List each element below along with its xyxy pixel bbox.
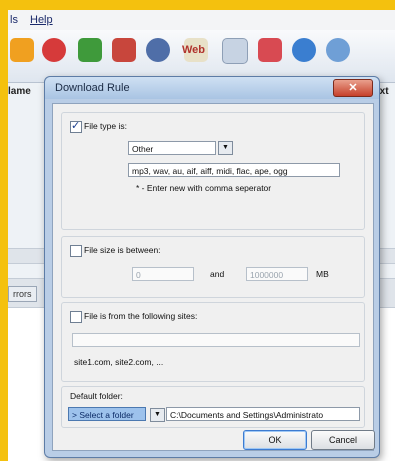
delete-icon[interactable] [112,38,136,62]
folder-chevron-down-icon[interactable]: ▼ [150,408,165,422]
menu-bar: ls Help [8,10,395,31]
settings-icon[interactable] [146,38,170,62]
default-folder-label: Default folder: [70,391,123,401]
chevron-down-icon[interactable]: ▼ [218,141,233,155]
file-size-group: File size is between: 0 and 1000000 MB [61,236,365,298]
ok-button[interactable]: OK [243,430,307,450]
dialog-titlebar[interactable]: Download Rule ✕ [45,77,379,99]
folder-path-input[interactable]: C:\Documents and Settings\Administrato [166,407,360,421]
file-type-group: File type is: Other ▼ mp3, wav, au, aif,… [61,112,365,230]
dialog-title: Download Rule [55,82,130,94]
help-icon[interactable] [326,38,350,62]
file-type-checkbox[interactable] [70,119,82,133]
sites-input[interactable] [72,333,360,347]
sites-checkbox[interactable] [70,311,82,323]
menu-item-help[interactable]: Help [30,14,53,26]
file-size-checkbox[interactable] [70,245,82,257]
cancel-button[interactable]: Cancel [311,430,375,450]
sites-hint: site1.com, site2.com, ... [74,357,164,367]
file-size-label: File size is between: [84,245,161,255]
min-size-input[interactable]: 0 [132,267,194,281]
stop-icon[interactable] [42,38,66,62]
pause-icon[interactable] [10,38,34,62]
web-icon[interactable]: Web [182,38,208,62]
size-unit-label: MB [316,269,329,279]
extensions-input[interactable]: mp3, wav, au, aif, aiff, midi, flac, ape… [128,163,340,177]
sites-group: File is from the following sites: site1.… [61,302,365,382]
dialog-client: File type is: Other ▼ mp3, wav, au, aif,… [52,103,375,451]
select-folder-button[interactable]: > Select a folder [68,407,146,421]
menu-item-tools[interactable]: ls [10,14,18,26]
errors-tab[interactable]: rrors [8,286,37,302]
info-icon[interactable] [292,38,316,62]
file-type-label: File type is: [84,121,127,131]
app-window: ls Help Web lame Ext rrors Download Rule… [8,10,395,461]
download-rule-dialog: Download Rule ✕ File type is: Other ▼ mp… [44,76,380,458]
max-size-input[interactable]: 1000000 [246,267,308,281]
sites-label: File is from the following sites: [84,311,198,321]
add-icon[interactable] [78,38,102,62]
close-button[interactable]: ✕ [333,79,373,97]
web-label: Web [182,44,206,56]
column-name-header[interactable]: lame [8,86,31,97]
default-folder-group: Default folder: > Select a folder ▼ C:\D… [61,386,365,428]
file-category-select[interactable]: Other [128,141,216,155]
close-icon: ✕ [348,82,358,94]
bookmark-icon[interactable] [258,38,282,62]
extensions-hint: * - Enter new with comma seperator [136,183,272,193]
search-icon[interactable] [222,38,248,64]
and-label: and [210,269,225,279]
